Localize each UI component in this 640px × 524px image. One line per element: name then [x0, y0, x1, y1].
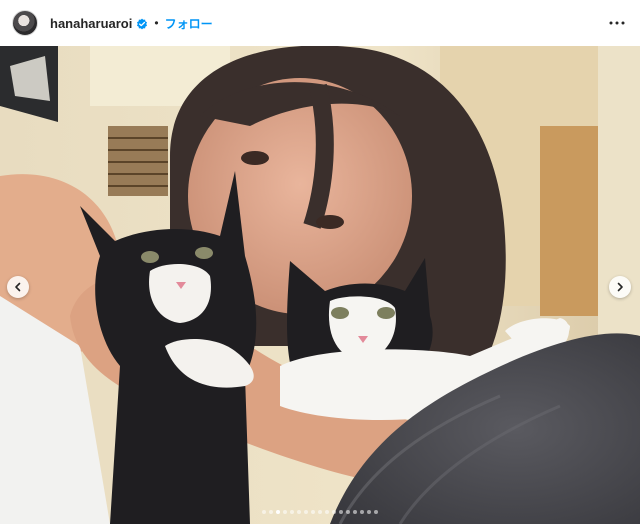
profile-avatar[interactable]: [12, 10, 38, 36]
photo-illustration: [0, 46, 640, 524]
more-options-icon[interactable]: [606, 12, 628, 34]
post-photo[interactable]: [0, 46, 640, 524]
carousel-dot: [269, 510, 273, 514]
separator-dot: •: [154, 16, 159, 30]
carousel-dot: [297, 510, 301, 514]
post-header: hanaharuaroi • フォロー: [0, 0, 640, 46]
carousel-dot: [276, 510, 280, 514]
carousel-dot: [353, 510, 357, 514]
carousel-indicator: [0, 508, 640, 516]
carousel-dot: [339, 510, 343, 514]
wooden-door: [540, 126, 608, 316]
carousel-dot: [290, 510, 294, 514]
chevron-left-icon[interactable]: [7, 276, 29, 298]
carousel-dot: [283, 510, 287, 514]
carousel-dot: [374, 510, 378, 514]
username-link[interactable]: hanaharuaroi: [50, 16, 132, 31]
carousel-dot: [332, 510, 336, 514]
carousel-dot: [367, 510, 371, 514]
carousel-dot: [311, 510, 315, 514]
carousel-dot: [360, 510, 364, 514]
carousel-dot: [304, 510, 308, 514]
carousel-dot: [346, 510, 350, 514]
chevron-right-icon[interactable]: [609, 276, 631, 298]
carousel-dot: [318, 510, 322, 514]
carousel-dot: [325, 510, 329, 514]
carousel-dot: [262, 510, 266, 514]
follow-button[interactable]: フォロー: [165, 15, 213, 32]
verified-badge-icon: [136, 17, 148, 30]
